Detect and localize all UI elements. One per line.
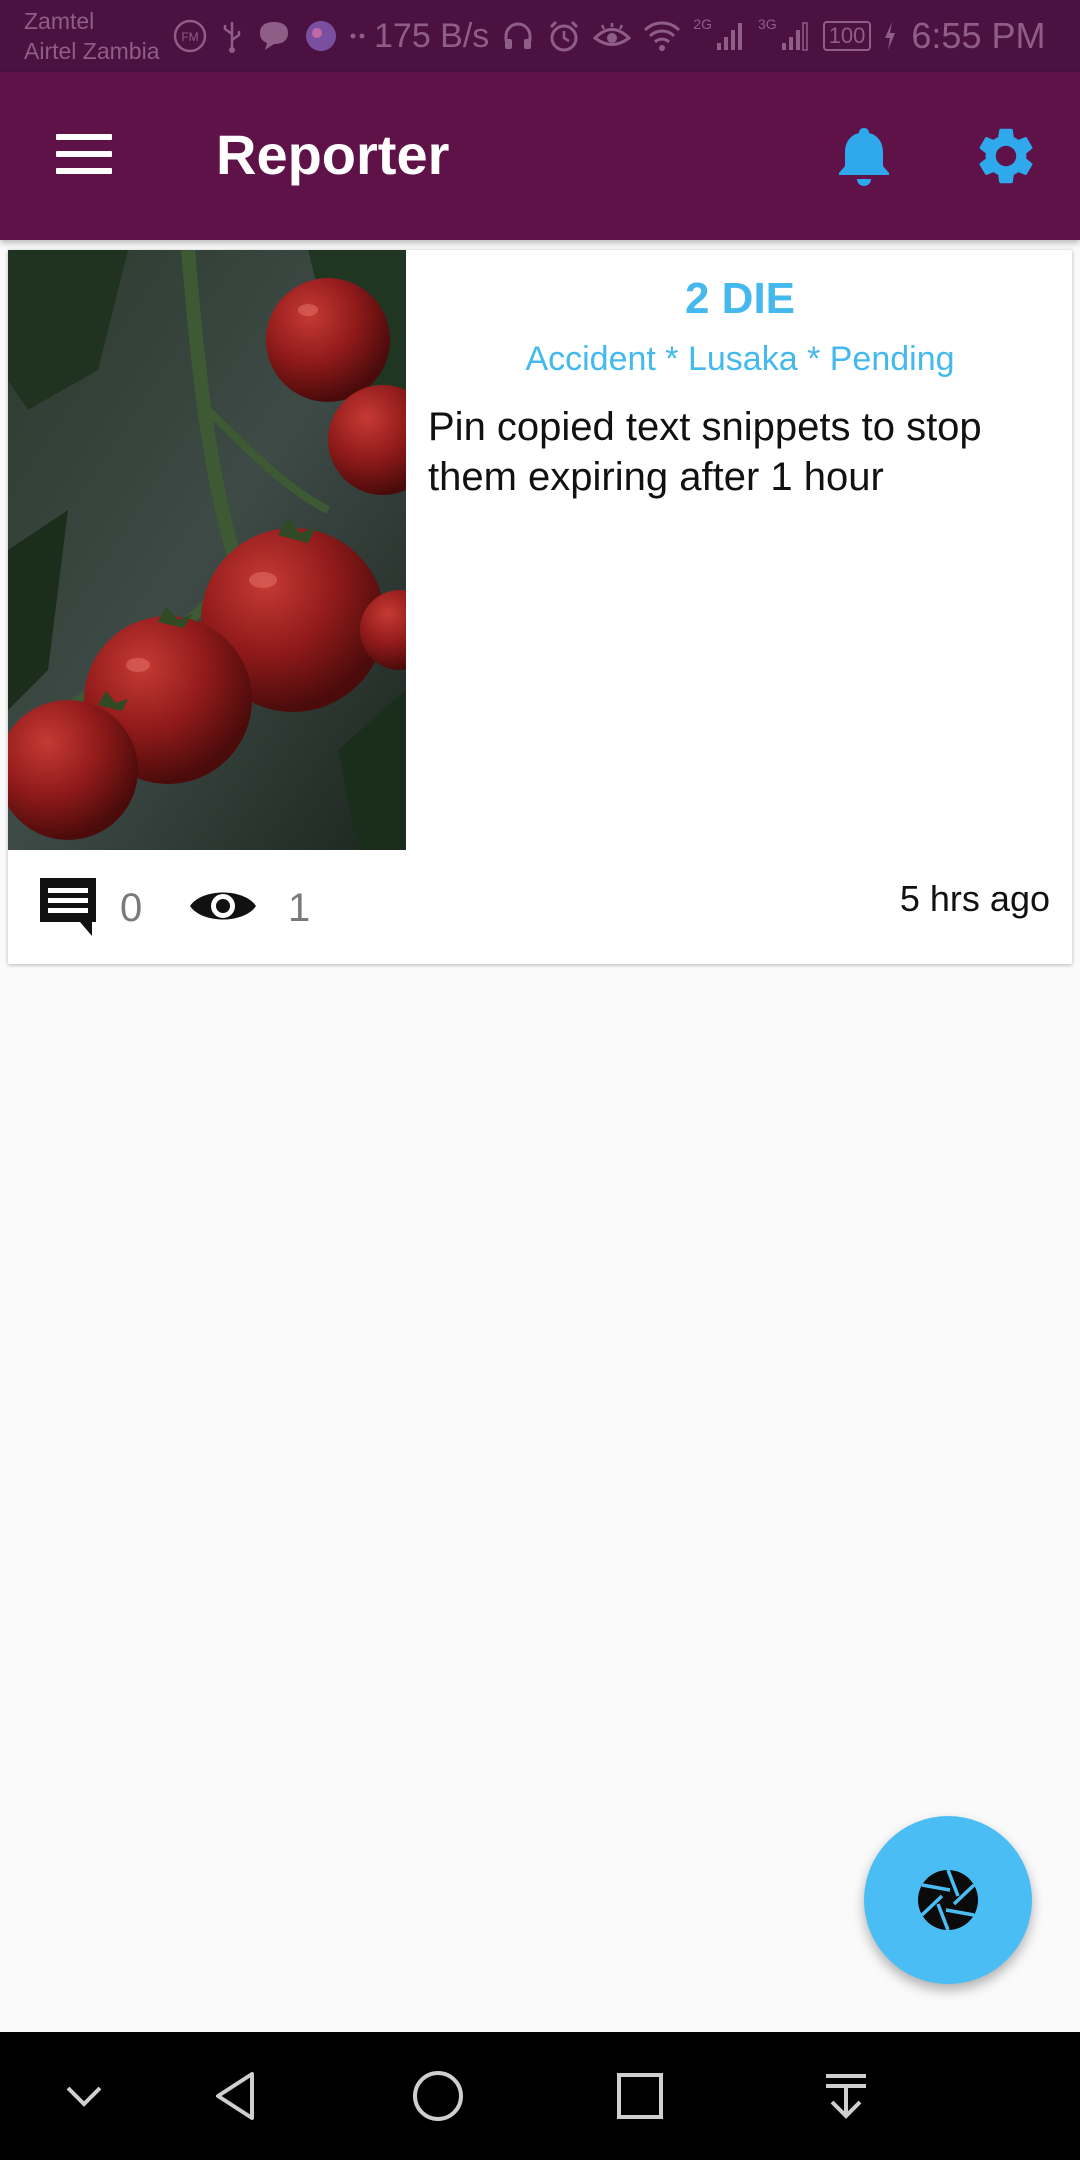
report-time-ago: 5 hrs ago bbox=[899, 878, 1050, 919]
signal-icon-1 bbox=[716, 21, 746, 51]
fm-label: FM bbox=[181, 30, 198, 44]
comment-count: 0 bbox=[120, 886, 143, 930]
carrier-names: Zamtel Airtel Zambia bbox=[24, 6, 159, 66]
charging-icon bbox=[883, 21, 897, 51]
views-indicator bbox=[188, 882, 268, 938]
view-count: 1 bbox=[288, 886, 311, 930]
notification-pull-button[interactable] bbox=[810, 2060, 882, 2132]
bell-icon bbox=[839, 128, 889, 186]
back-button[interactable] bbox=[200, 2060, 272, 2132]
network-speed: 175 B/s bbox=[374, 16, 490, 55]
settings-button[interactable] bbox=[972, 122, 1040, 190]
camera-fab[interactable] bbox=[864, 1816, 1032, 1984]
carrier-2: Airtel Zambia bbox=[24, 38, 160, 64]
report-body: Pin copied text snippets to stop them ex… bbox=[428, 405, 982, 499]
signal-icon-2 bbox=[781, 21, 811, 51]
network-type-2g: 2G bbox=[693, 16, 712, 32]
eye-comfort-icon bbox=[593, 21, 632, 51]
eye-icon bbox=[190, 892, 256, 920]
battery-level: 100 bbox=[822, 21, 872, 51]
fm-radio-icon: FM bbox=[172, 18, 208, 54]
status-time: 6:55 PM bbox=[911, 15, 1046, 56]
app-notification-icon bbox=[304, 19, 338, 53]
usb-icon bbox=[220, 18, 244, 54]
recents-button[interactable] bbox=[604, 2060, 676, 2132]
comment-icon bbox=[40, 878, 96, 936]
home-icon bbox=[413, 2071, 463, 2121]
report-title: 2 DIE bbox=[684, 274, 796, 323]
hide-nav-button[interactable] bbox=[48, 2060, 120, 2132]
more-dots-icon bbox=[350, 31, 366, 41]
app-bar: Reporter bbox=[0, 72, 1080, 240]
headphones-icon bbox=[501, 19, 535, 53]
status-icons: FM 175 B/s 2G 3G 100 6:55 PM bbox=[172, 12, 1045, 60]
report-meta: Accident * Lusaka * Pending bbox=[525, 340, 955, 378]
menu-button[interactable] bbox=[48, 124, 120, 184]
report-photo[interactable] bbox=[8, 250, 406, 850]
menu-icon bbox=[56, 134, 112, 140]
comments-button[interactable] bbox=[36, 874, 108, 946]
notification-pull-icon bbox=[826, 2074, 866, 2119]
gear-icon bbox=[979, 128, 1033, 184]
home-button[interactable] bbox=[402, 2060, 474, 2132]
alarm-icon bbox=[547, 19, 581, 53]
system-nav-bar bbox=[0, 2032, 1080, 2160]
app-title: Reporter bbox=[216, 123, 450, 186]
wifi-icon bbox=[643, 20, 681, 52]
message-icon bbox=[256, 19, 292, 53]
camera-shutter-icon bbox=[918, 1869, 978, 1931]
status-bar: Zamtel Airtel Zambia FM 175 B/s 2G 3G 10… bbox=[0, 0, 1080, 72]
notifications-button[interactable] bbox=[830, 122, 898, 190]
back-icon bbox=[216, 2072, 254, 2120]
network-type-3g: 3G bbox=[758, 16, 777, 32]
recents-icon bbox=[617, 2073, 663, 2119]
chevron-down-icon bbox=[66, 2086, 102, 2107]
report-card[interactable]: 2 DIE Accident * Lusaka * Pending Pin co… bbox=[8, 250, 1072, 964]
carrier-1: Zamtel bbox=[24, 8, 95, 34]
